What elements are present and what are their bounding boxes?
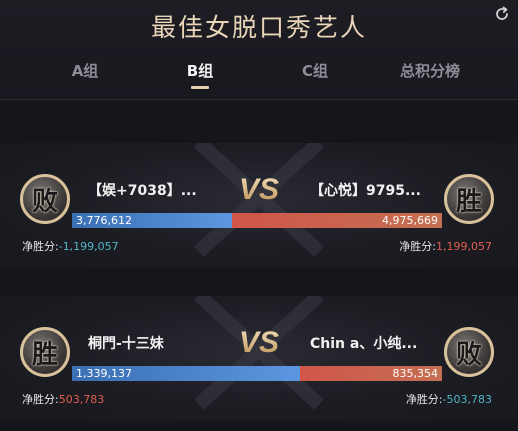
result-badge: 败 <box>455 339 482 370</box>
avatar[interactable]: 胜 <box>20 327 70 377</box>
svg-text:VS: VS <box>239 173 279 203</box>
tab-a[interactable]: A组 <box>30 60 140 81</box>
contestant-name[interactable]: 【心悦】9795... <box>310 180 438 200</box>
net-score-value: -1,199,057 <box>58 240 119 253</box>
avatar[interactable]: 败 <box>444 327 494 377</box>
refresh-icon <box>496 6 508 20</box>
result-badge: 胜 <box>31 339 58 370</box>
tab-total[interactable]: 总积分榜 <box>375 60 485 81</box>
match-card: 败 【娱+7038】... VS 【心悦】9795... 胜 3,776,612… <box>0 143 518 268</box>
result-badge: 胜 <box>455 186 482 217</box>
match-card: 胜 桐門-十三妹 VS Chin a、小纯... 败 1,339,137 835… <box>0 296 518 421</box>
contestant-name[interactable]: 【娱+7038】... <box>88 180 213 200</box>
vs-icon: VS <box>239 326 279 356</box>
net-score-value: -503,783 <box>442 393 492 406</box>
net-score-right: 净胜分:-503,783 <box>405 393 492 406</box>
group-tabs: A组 B组 C组 总积分榜 <box>0 60 518 100</box>
avatar[interactable]: 败 <box>20 174 70 224</box>
net-score-right: 净胜分:1,199,057 <box>399 240 492 253</box>
result-badge: 败 <box>31 186 58 217</box>
net-score-left: 净胜分:503,783 <box>22 393 105 406</box>
contestant-name[interactable]: 桐門-十三妹 <box>88 333 213 353</box>
net-score-value: 503,783 <box>58 393 105 406</box>
vote-bar: 3,776,612 4,975,669 <box>72 213 442 228</box>
vs-icon: VS <box>239 173 279 203</box>
vote-count-left: 1,339,137 <box>76 367 132 380</box>
vote-count-right: 835,354 <box>392 367 439 380</box>
tab-c[interactable]: C组 <box>260 60 370 81</box>
svg-text:VS: VS <box>239 326 279 356</box>
tab-b[interactable]: B组 <box>145 60 255 89</box>
tab-active-indicator <box>191 86 209 89</box>
vote-count-left: 3,776,612 <box>76 214 132 227</box>
net-score-value: 1,199,057 <box>436 240 492 253</box>
vote-count-right: 4,975,669 <box>382 214 438 227</box>
page-title: 最佳女脱口秀艺人 <box>150 13 367 42</box>
contestant-name[interactable]: Chin a、小纯... <box>310 333 438 353</box>
net-score-left: 净胜分:-1,199,057 <box>22 240 119 253</box>
avatar[interactable]: 胜 <box>444 174 494 224</box>
header: 最佳女脱口秀艺人 A组 B组 C组 总积分榜 <box>0 0 518 100</box>
divider <box>0 268 518 296</box>
refresh-button[interactable] <box>492 4 512 24</box>
vote-bar: 1,339,137 835,354 <box>72 366 442 381</box>
